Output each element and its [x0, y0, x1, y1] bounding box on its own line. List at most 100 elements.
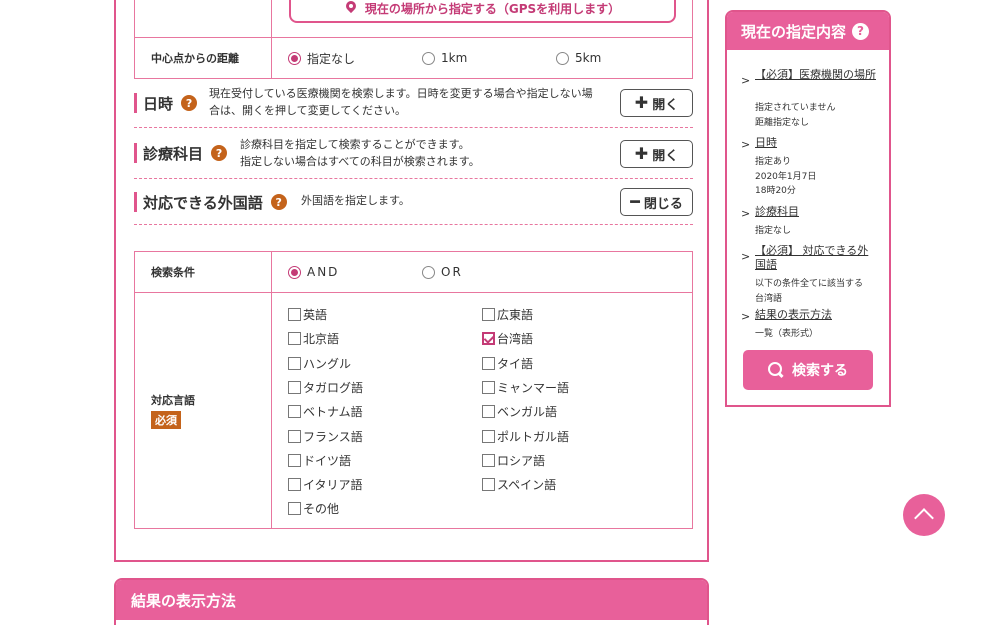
checkbox-label: タイ語	[497, 356, 534, 371]
desc-line: 現在受付している医療機関を検索します。日時を変更する場合や指定しない場	[209, 87, 593, 100]
desc-line: 診療科目を指定して検索することができます。	[240, 138, 470, 151]
summary-link[interactable]: 【必須】 対応できる外国語	[755, 244, 879, 272]
language-checkbox-item[interactable]: タガログ語	[288, 379, 363, 396]
minus-icon: ━	[630, 192, 640, 211]
language-checkbox-item[interactable]: フランス語	[288, 428, 363, 445]
checkbox[interactable]	[482, 332, 495, 346]
question-icon[interactable]: ?	[270, 194, 287, 210]
section-title-text: 日時	[143, 94, 174, 113]
question-icon[interactable]: ?	[181, 95, 198, 111]
distance-option-1km[interactable]: 1km	[422, 51, 556, 65]
distance-label: 中心点からの距離	[135, 38, 272, 78]
checkbox[interactable]	[482, 478, 495, 492]
summary-link[interactable]: 診療科目	[755, 205, 879, 219]
checkbox[interactable]	[288, 502, 301, 516]
checkbox[interactable]	[482, 429, 495, 443]
language-checkbox-item[interactable]: ポルトガル語	[482, 428, 569, 445]
distance-row: 中心点からの距離 指定なし 1km 5km	[134, 38, 693, 79]
language-checkbox-item[interactable]: 広東語	[482, 306, 533, 323]
language-checkbox-item[interactable]: スペイン語	[482, 476, 556, 493]
result-display-panel: 結果の表示方法	[114, 578, 709, 625]
checkbox-label: ベンガル語	[497, 405, 558, 420]
checkbox[interactable]	[288, 429, 301, 443]
button-label: 開く	[652, 148, 679, 164]
checkbox[interactable]	[482, 453, 495, 467]
back-to-top-button[interactable]	[903, 494, 945, 536]
radio-dot[interactable]	[422, 265, 435, 279]
gps-button-label: 現在の場所から指定する（GPSを利用します）	[364, 2, 621, 16]
checkbox[interactable]	[288, 356, 301, 370]
language-checkbox-item[interactable]: ミャンマー語	[482, 379, 569, 396]
checkbox[interactable]	[482, 405, 495, 419]
language-checkbox-item[interactable]: ベンガル語	[482, 403, 557, 420]
cell-divider	[271, 0, 272, 38]
checkbox-label: ハングル	[303, 356, 352, 371]
checkbox-label: ロシア語	[497, 453, 546, 468]
department-section: 診療科目 ? 診療科目を指定して検索することができます。 指定しない場合はすべて…	[134, 128, 693, 179]
question-icon[interactable]: ?	[852, 22, 870, 40]
language-checkbox-item[interactable]: 台湾語	[482, 330, 533, 347]
language-table: 検索条件 AND OR 対応言語 必須 英語 北京語 ハングル タガログ語 ベト…	[134, 251, 693, 529]
checkbox[interactable]	[288, 478, 301, 492]
desc-line: 指定しない場合はすべての科目が検索されます。	[240, 155, 480, 168]
language-checkbox-item[interactable]: 北京語	[288, 330, 339, 347]
search-condition-label: 検索条件	[135, 252, 272, 292]
radio-label: 5km	[575, 51, 602, 65]
department-title: 診療科目 ?	[134, 143, 228, 163]
language-section: 対応できる外国語 ? 外国語を指定します。 ━ 閉じる	[134, 179, 693, 225]
condition-option-and[interactable]: AND	[288, 265, 422, 279]
checkbox-label: ドイツ語	[303, 453, 352, 468]
checkbox[interactable]	[288, 380, 301, 394]
section-title-text: 対応できる外国語	[143, 193, 263, 212]
distance-option-none[interactable]: 指定なし	[288, 50, 422, 67]
language-checkbox-item[interactable]: ハングル	[288, 355, 351, 372]
plus-icon: ✚	[634, 144, 649, 163]
radio-dot[interactable]	[288, 265, 301, 279]
summary-detail: 台湾語	[755, 293, 783, 304]
language-checkbox-item[interactable]: イタリア語	[288, 476, 363, 493]
language-checkbox-item[interactable]: タイ語	[482, 355, 533, 372]
radio-label: AND	[307, 265, 340, 279]
checkbox[interactable]	[288, 405, 301, 419]
desc-line: 合は、開くを押して変更してください。	[209, 104, 407, 117]
radio-dot[interactable]	[556, 51, 569, 65]
summary-detail: 18時20分	[755, 186, 796, 196]
language-description: 外国語を指定します。	[301, 194, 410, 207]
question-icon[interactable]: ?	[211, 145, 228, 161]
checkbox[interactable]	[482, 356, 495, 370]
checkbox[interactable]	[288, 332, 301, 346]
datetime-description: 現在受付している医療機関を検索します。日時を変更する場合や指定しない場 合は、開…	[209, 85, 619, 119]
checkbox-label: ミャンマー語	[497, 380, 570, 395]
search-button[interactable]: 検索する	[743, 350, 873, 390]
language-checkbox-item[interactable]: ドイツ語	[288, 452, 351, 469]
location-row: 現在の場所から指定する（GPSを利用します）	[134, 0, 693, 38]
page: 現在の場所から指定する（GPSを利用します） 中心点からの距離 指定なし 1km…	[0, 0, 1000, 625]
language-checkbox-item[interactable]: その他	[288, 500, 339, 517]
checkbox[interactable]	[288, 308, 301, 321]
checkbox-label: ポルトガル語	[497, 429, 570, 444]
summary-link[interactable]: 【必須】医療機関の場所	[755, 68, 879, 82]
datetime-open-button[interactable]: ✚ 開く	[620, 89, 693, 117]
distance-radio-group: 指定なし 1km 5km	[272, 50, 601, 67]
summary-link[interactable]: 結果の表示方法	[755, 308, 879, 322]
gps-location-button[interactable]: 現在の場所から指定する（GPSを利用します）	[289, 0, 676, 23]
summary-link[interactable]: 日時	[755, 136, 879, 150]
department-open-button[interactable]: ✚ 開く	[620, 140, 693, 168]
condition-option-or[interactable]: OR	[422, 265, 463, 279]
checkbox[interactable]	[288, 453, 301, 467]
sidebar-header: 現在の指定内容 ?	[727, 12, 889, 50]
radio-label: 指定なし	[307, 51, 356, 66]
radio-label: 1km	[441, 51, 468, 65]
language-close-button[interactable]: ━ 閉じる	[620, 188, 693, 216]
radio-dot[interactable]	[422, 51, 435, 65]
radio-dot[interactable]	[288, 51, 301, 65]
condition-radio-group: AND OR	[272, 265, 463, 279]
summary-detail: 指定されていません	[755, 103, 836, 113]
language-checkbox-item[interactable]: 英語	[288, 306, 327, 323]
checkbox[interactable]	[482, 380, 495, 394]
checkbox[interactable]	[482, 308, 495, 321]
language-checkbox-item[interactable]: ベトナム語	[288, 403, 363, 420]
checkbox-label: イタリア語	[303, 478, 363, 493]
language-checkbox-item[interactable]: ロシア語	[482, 452, 545, 469]
distance-option-5km[interactable]: 5km	[556, 51, 601, 65]
